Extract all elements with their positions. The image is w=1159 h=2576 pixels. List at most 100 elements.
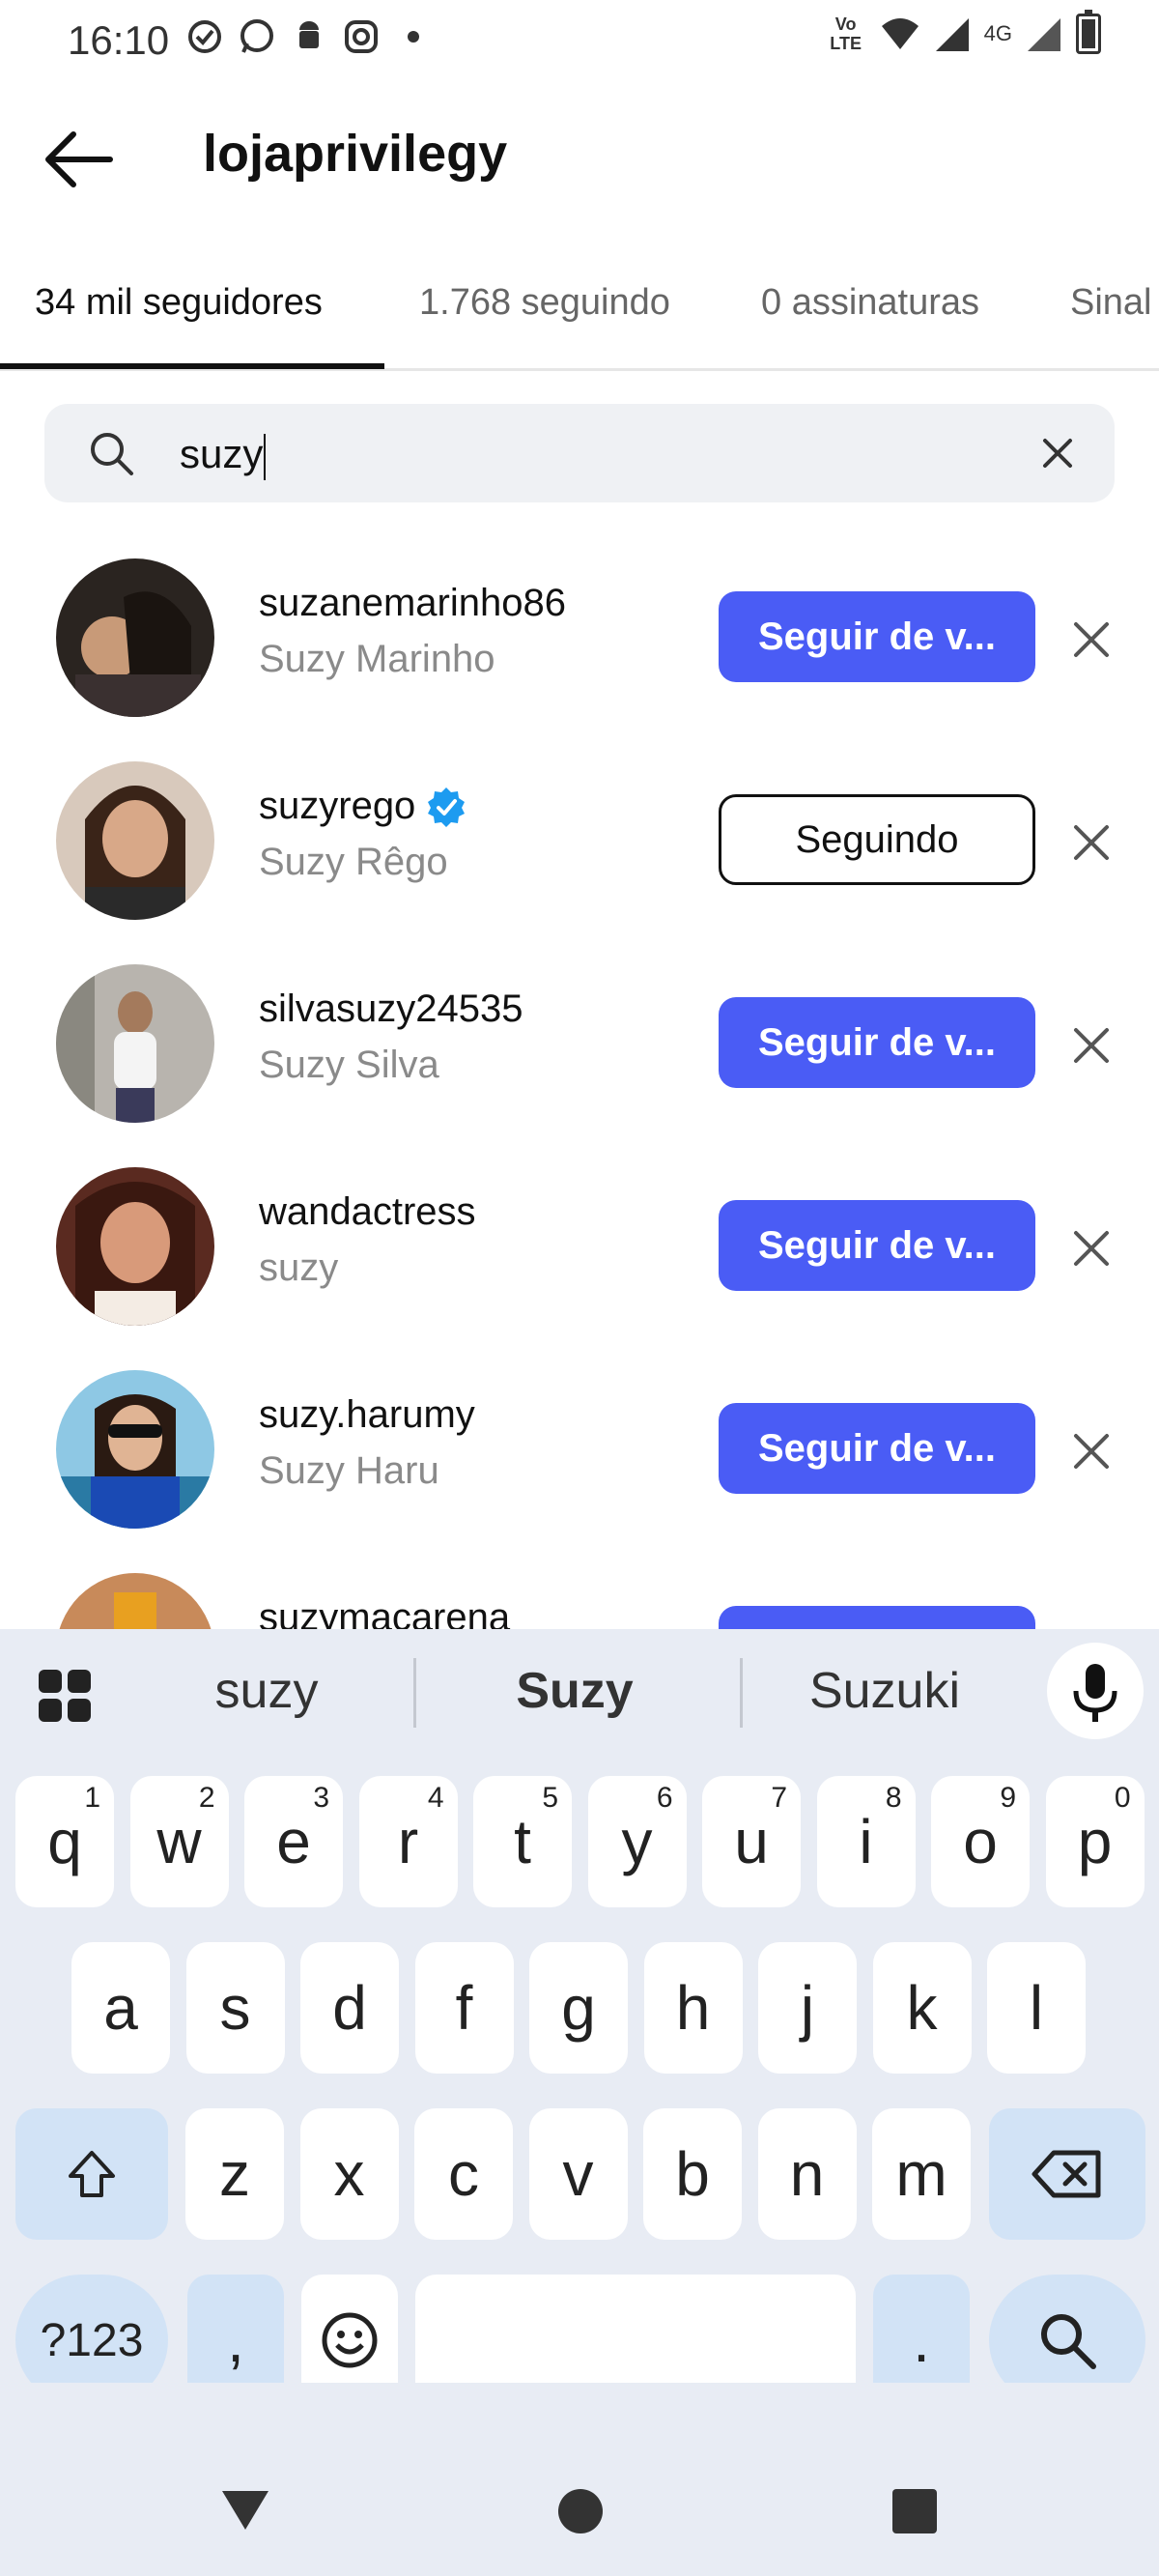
whatsapp-icon xyxy=(238,17,276,56)
network-label: 4G xyxy=(983,21,1012,45)
username-text: wandactress xyxy=(259,1190,476,1233)
shift-key[interactable] xyxy=(15,2108,168,2240)
avatar[interactable] xyxy=(56,558,214,717)
key-n[interactable]: n xyxy=(757,2108,857,2240)
key-s[interactable]: s xyxy=(185,1942,285,2074)
divider xyxy=(740,1658,743,1728)
key-z[interactable]: z xyxy=(185,2108,284,2240)
avatar[interactable] xyxy=(56,1167,214,1326)
username[interactable]: suzymacarena xyxy=(259,1596,510,1629)
username-text: suzymacarena xyxy=(259,1596,511,1629)
signal-icon xyxy=(935,18,969,51)
clear-search-icon[interactable] xyxy=(1041,437,1074,470)
key-o[interactable]: o9 xyxy=(931,1776,1030,1907)
key-c[interactable]: c xyxy=(414,2108,513,2240)
username[interactable]: suzy.harumy xyxy=(259,1393,475,1437)
tab-flagged[interactable]: Sinal xyxy=(1070,282,1152,324)
suggestion[interactable]: Suzy xyxy=(449,1662,700,1720)
search-input[interactable]: suzy xyxy=(180,431,267,480)
signal-icon-2 xyxy=(1028,18,1060,51)
list-item[interactable]: silvasuzy24535 Suzy Silva Seguir de v... xyxy=(0,947,1159,1150)
list-item[interactable]: suzymacarena xyxy=(0,1556,1159,1629)
list-item[interactable]: suzanemarinho86 Suzy Marinho Seguir de v… xyxy=(0,541,1159,744)
key-t[interactable]: t5 xyxy=(473,1776,572,1907)
key-label: u xyxy=(734,1807,769,1876)
list-item[interactable]: suzy.harumy Suzy Haru Seguir de v... xyxy=(0,1353,1159,1556)
key-k[interactable]: k xyxy=(872,1942,972,2074)
follow-back-button[interactable]: Seguir de v... xyxy=(719,1200,1035,1291)
key-u[interactable]: u7 xyxy=(702,1776,801,1907)
key-d[interactable]: d xyxy=(300,1942,399,2074)
key-g[interactable]: g xyxy=(529,1942,628,2074)
key-i[interactable]: i8 xyxy=(816,1776,916,1907)
backspace-key[interactable] xyxy=(989,2108,1145,2240)
on-screen-keyboard: suzy Suzy Suzuki q1w2e3r4t5y6u7i8o9p0 as… xyxy=(0,1629,1159,2406)
key-a[interactable]: a xyxy=(71,1942,170,2074)
username[interactable]: suzyrego xyxy=(259,785,467,828)
key-f[interactable]: f xyxy=(414,1942,514,2074)
username-text: suzanemarinho86 xyxy=(259,582,566,624)
active-tab-indicator xyxy=(0,363,384,369)
app-header: lojaprivilegy xyxy=(0,97,1159,213)
key-x[interactable]: x xyxy=(299,2108,399,2240)
key-number-hint: 4 xyxy=(427,1782,444,1814)
search-value: suzy xyxy=(180,431,264,476)
sync-icon xyxy=(185,17,224,56)
key-b[interactable]: b xyxy=(643,2108,742,2240)
key-h[interactable]: h xyxy=(643,1942,743,2074)
key-w[interactable]: w2 xyxy=(129,1776,229,1907)
username[interactable]: suzanemarinho86 xyxy=(259,582,566,625)
key-label: i xyxy=(859,1807,873,1876)
follow-back-button[interactable] xyxy=(719,1606,1035,1629)
volte-label: Vo LTE xyxy=(830,14,862,53)
key-v[interactable]: v xyxy=(528,2108,628,2240)
remove-icon[interactable] xyxy=(1072,620,1111,659)
system-navigation-bar xyxy=(0,2383,1159,2576)
username-text: suzy.harumy xyxy=(259,1393,475,1436)
follow-back-button[interactable]: Seguir de v... xyxy=(719,1403,1035,1494)
search-bar[interactable]: suzy xyxy=(44,404,1115,502)
display-name: Suzy Rêgo xyxy=(259,841,448,883)
key-l[interactable]: l xyxy=(987,1942,1086,2074)
key-label: p xyxy=(1077,1807,1113,1876)
nav-home-icon[interactable] xyxy=(558,2489,603,2533)
remove-icon[interactable] xyxy=(1072,823,1111,862)
remove-icon[interactable] xyxy=(1072,1229,1111,1268)
username[interactable]: silvasuzy24535 xyxy=(259,987,523,1031)
key-number-hint: 3 xyxy=(313,1782,329,1814)
avatar[interactable] xyxy=(56,1573,214,1629)
key-label: q xyxy=(47,1807,82,1876)
remove-icon[interactable] xyxy=(1072,1026,1111,1065)
key-q[interactable]: q1 xyxy=(15,1776,114,1907)
nav-recents-icon[interactable] xyxy=(892,2489,937,2533)
suggestion[interactable]: suzy xyxy=(141,1662,392,1720)
key-label: t xyxy=(514,1807,531,1876)
key-m[interactable]: m xyxy=(872,2108,971,2240)
follow-back-button[interactable]: Seguir de v... xyxy=(719,997,1035,1088)
remove-icon[interactable] xyxy=(1072,1432,1111,1471)
voice-input-button[interactable] xyxy=(1047,1643,1144,1739)
key-e[interactable]: e3 xyxy=(244,1776,343,1907)
key-j[interactable]: j xyxy=(758,1942,857,2074)
key-y[interactable]: y6 xyxy=(587,1776,687,1907)
avatar[interactable] xyxy=(56,964,214,1123)
tab-following[interactable]: 1.768 seguindo xyxy=(419,282,670,324)
list-item[interactable]: suzyrego Suzy Rêgo Seguindo xyxy=(0,744,1159,947)
tab-followers[interactable]: 34 mil seguidores xyxy=(35,282,323,324)
tab-subscriptions[interactable]: 0 assinaturas xyxy=(761,282,979,324)
back-arrow-icon[interactable] xyxy=(42,126,116,193)
nav-back-icon[interactable] xyxy=(220,2489,270,2532)
key-label: e xyxy=(276,1807,311,1876)
following-button[interactable]: Seguindo xyxy=(719,794,1035,885)
suggestion[interactable]: Suzuki xyxy=(759,1662,1010,1720)
username[interactable]: wandactress xyxy=(259,1190,476,1234)
key-r[interactable]: r4 xyxy=(358,1776,458,1907)
avatar[interactable] xyxy=(56,1370,214,1529)
divider xyxy=(413,1658,416,1728)
key-p[interactable]: p0 xyxy=(1045,1776,1145,1907)
list-item[interactable]: wandactress suzy Seguir de v... xyxy=(0,1150,1159,1353)
key-label: o xyxy=(963,1807,998,1876)
apps-grid-icon[interactable] xyxy=(37,1668,93,1724)
follow-back-button[interactable]: Seguir de v... xyxy=(719,591,1035,682)
avatar[interactable] xyxy=(56,761,214,920)
